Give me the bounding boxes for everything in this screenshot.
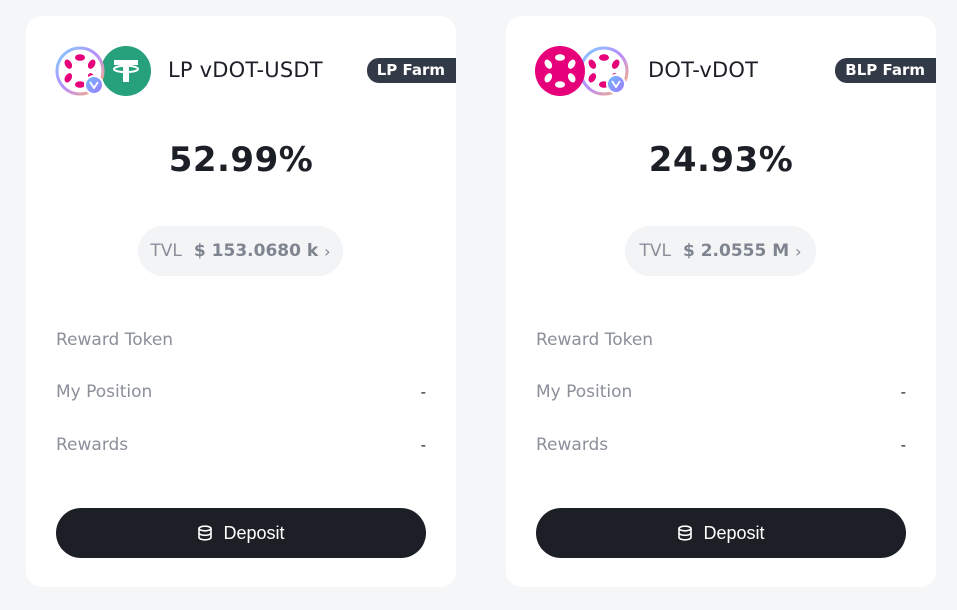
deposit-label: Deposit	[223, 522, 285, 543]
row-value: -	[420, 436, 426, 454]
database-icon	[677, 525, 693, 541]
row-label: My Position	[536, 382, 633, 402]
rewards-row: Rewards -	[536, 433, 906, 457]
row-value: -	[900, 436, 906, 454]
tvl-value: $ 153.0680 k	[193, 241, 319, 261]
row-label: Reward Token	[536, 330, 654, 350]
pair-name: DOT-vDOT	[648, 58, 759, 82]
tvl-value: $ 2.0555 M	[682, 241, 790, 261]
row-label: Reward Token	[56, 330, 174, 350]
usdt-token-icon	[101, 46, 151, 96]
database-icon	[197, 525, 213, 541]
tvl-label: TVL	[639, 241, 671, 261]
farm-type-tag: BLP Farm	[835, 58, 936, 83]
row-value: -	[420, 383, 426, 401]
farm-card-dot-vdot: DOT-vDOT BLP Farm 24.93% TVL $ 2.0555 M …	[506, 16, 936, 587]
farm-card-vdot-usdt: LP vDOT-USDT LP Farm 52.99% TVL $ 153.06…	[26, 16, 456, 587]
deposit-button[interactable]: Deposit	[536, 508, 906, 558]
reward-token-row: Reward Token	[56, 328, 426, 352]
row-value: -	[900, 383, 906, 401]
token-pair-icons	[535, 46, 631, 98]
my-position-row: My Position -	[56, 380, 426, 404]
apr-value: 52.99%	[168, 140, 314, 180]
apr-value: 24.93%	[648, 140, 794, 180]
tvl-link[interactable]: TVL $ 153.0680 k ›	[138, 226, 343, 276]
row-label: Rewards	[56, 435, 129, 455]
rewards-row: Rewards -	[56, 433, 426, 457]
tvl-link[interactable]: TVL $ 2.0555 M ›	[625, 226, 816, 276]
row-label: Rewards	[536, 435, 609, 455]
tvl-label: TVL	[150, 241, 182, 261]
reward-token-row: Reward Token	[536, 328, 906, 352]
farm-type-tag: LP Farm	[366, 58, 456, 83]
vdot-token-icon	[579, 46, 629, 96]
row-label: My Position	[56, 382, 153, 402]
deposit-button[interactable]: Deposit	[56, 508, 426, 558]
chevron-right-icon: ›	[795, 241, 802, 261]
my-position-row: My Position -	[536, 380, 906, 404]
deposit-label: Deposit	[703, 522, 765, 543]
pair-name: LP vDOT-USDT	[168, 58, 323, 82]
chevron-right-icon: ›	[324, 241, 331, 261]
token-pair-icons	[55, 46, 151, 98]
vtoken-badge-icon	[84, 75, 104, 95]
dot-token-icon	[535, 46, 585, 96]
vdot-token-icon	[55, 46, 105, 96]
vtoken-badge-icon	[606, 74, 626, 94]
